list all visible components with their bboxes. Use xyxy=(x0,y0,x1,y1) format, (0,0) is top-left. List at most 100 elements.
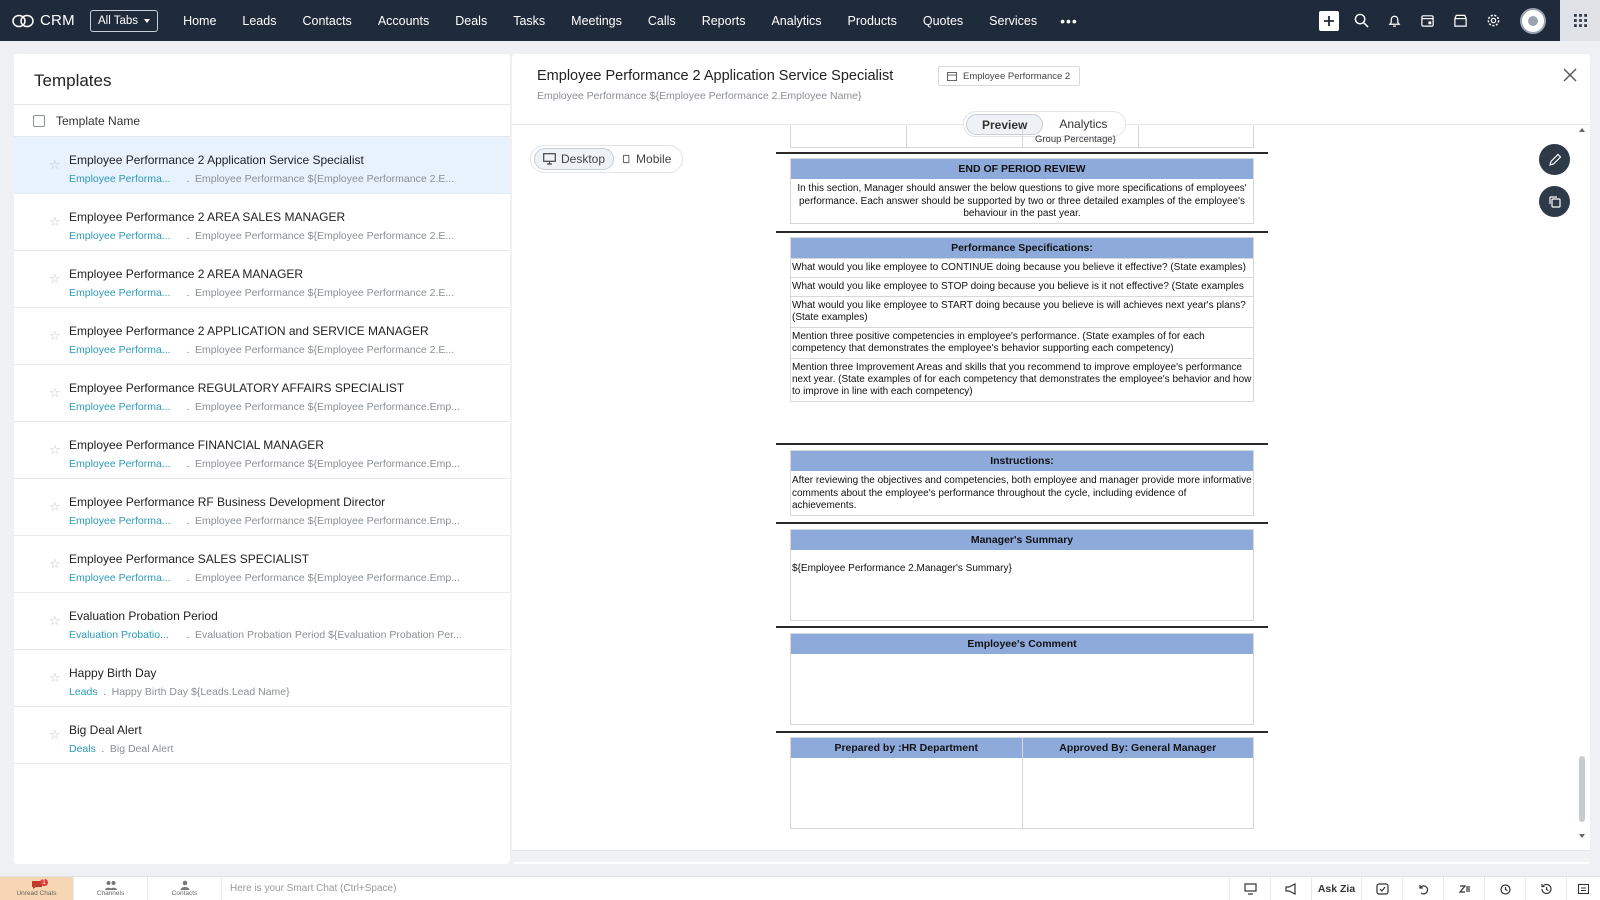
undo-button[interactable] xyxy=(1402,876,1443,900)
nav-tab-analytics[interactable]: Analytics xyxy=(758,14,834,28)
star-icon[interactable]: ☆ xyxy=(49,328,61,344)
app-launcher-button[interactable] xyxy=(1560,0,1600,41)
nav-tab-deals[interactable]: Deals xyxy=(442,14,500,28)
close-icon[interactable] xyxy=(1562,67,1578,83)
nav-tab-home[interactable]: Home xyxy=(170,14,229,28)
star-icon[interactable]: ☆ xyxy=(49,157,61,173)
section-header: Instructions: xyxy=(791,451,1253,471)
alarm-clock-icon xyxy=(1499,883,1511,895)
select-all-checkbox[interactable] xyxy=(33,114,45,127)
nav-tab-meetings[interactable]: Meetings xyxy=(558,14,635,28)
notifications-button[interactable] xyxy=(1378,0,1411,41)
star-icon[interactable]: ☆ xyxy=(49,214,61,230)
template-row[interactable]: ☆ Big Deal Alert Deals. Big Deal Alert xyxy=(14,707,510,764)
template-name: Employee Performance FINANCIAL MANAGER xyxy=(69,438,324,452)
template-row[interactable]: ☆ Employee Performance RF Business Develo… xyxy=(14,479,510,536)
smart-chat-input[interactable]: Here is your Smart Chat (Ctrl+Space) xyxy=(222,877,1229,900)
create-button[interactable] xyxy=(1312,0,1345,41)
template-module: Employee Performa... xyxy=(69,230,171,242)
template-subject: Happy Birth Day ${Leads.Lead Name} xyxy=(111,686,290,698)
mobile-view-button[interactable]: Mobile xyxy=(614,148,679,170)
star-icon[interactable]: ☆ xyxy=(49,385,61,401)
horizontal-scrollbar[interactable] xyxy=(512,850,1590,862)
template-row[interactable]: ☆ Happy Birth Day Leads. Happy Birth Day ${… xyxy=(14,650,510,707)
contacts-chat-button[interactable]: Contacts xyxy=(148,876,222,900)
crm-logo[interactable]: CRM xyxy=(12,12,90,29)
search-button[interactable] xyxy=(1345,0,1378,41)
star-icon[interactable]: ☆ xyxy=(49,271,61,287)
star-icon[interactable]: ☆ xyxy=(49,727,61,743)
template-detail-panel: Employee Performance 2 Application Servi… xyxy=(512,54,1590,864)
channels-label: Channels xyxy=(96,890,125,897)
unread-count-badge: 1 xyxy=(40,878,48,886)
scroll-up-arrow[interactable] xyxy=(1579,128,1585,132)
desktop-label: Desktop xyxy=(561,152,606,166)
template-row[interactable]: ☆ Employee Performance SALES SPECIALIST Em… xyxy=(14,536,510,593)
question-list: What would you like employee to CONTINUE… xyxy=(791,258,1253,401)
nav-tab-quotes[interactable]: Quotes xyxy=(910,14,976,28)
template-name: Employee Performance 2 AREA MANAGER xyxy=(69,267,304,281)
nav-tab-accounts[interactable]: Accounts xyxy=(365,14,442,28)
unread-chats-button[interactable]: Unread Chats 1 xyxy=(0,876,74,900)
section-separator xyxy=(776,626,1268,628)
page-title: Templates xyxy=(14,54,510,105)
template-row[interactable]: ☆ Employee Performance FINANCIAL MANAGER E… xyxy=(14,422,510,479)
nav-tab-contacts[interactable]: Contacts xyxy=(289,14,364,28)
template-row[interactable]: ☆ Employee Performance REGULATORY AFFAIRS… xyxy=(14,365,510,422)
more-modules-button[interactable]: ••• xyxy=(1050,13,1088,29)
template-meta: Deals. Big Deal Alert xyxy=(69,743,510,755)
monitor-icon xyxy=(1243,882,1257,895)
bottom-bar: Unread Chats 1 Channels Contacts Here is… xyxy=(0,876,1600,900)
scroll-thumb[interactable] xyxy=(1579,756,1585,822)
instructions-section: Instructions: After reviewing the object… xyxy=(790,450,1254,516)
nav-tab-products[interactable]: Products xyxy=(835,14,910,28)
approved-by-header: Approved By: General Manager xyxy=(1022,738,1253,758)
caret-down-icon xyxy=(144,18,151,23)
star-icon[interactable]: ☆ xyxy=(49,556,61,572)
notes-button[interactable] xyxy=(1566,876,1600,900)
clone-template-button[interactable] xyxy=(1539,186,1570,217)
star-icon[interactable]: ☆ xyxy=(49,670,61,686)
top-navigation-bar: CRM All Tabs Home Leads Contacts Accounts De… xyxy=(0,0,1600,41)
template-row[interactable]: ☆ Employee Performance 2 AREA MANAGER Empl… xyxy=(14,251,510,308)
screen-share-button[interactable] xyxy=(1229,876,1270,900)
managers-summary-section: Manager's Summary ${Employee Performance… xyxy=(790,529,1254,621)
template-name: Evaluation Probation Period xyxy=(69,609,218,623)
template-meta: Employee Performa.... Employee Performanc… xyxy=(69,401,510,413)
reminders-button[interactable] xyxy=(1484,876,1525,900)
calendar-button[interactable] xyxy=(1411,0,1444,41)
history-button[interactable] xyxy=(1525,876,1566,900)
nav-tab-tasks[interactable]: Tasks xyxy=(500,14,558,28)
search-icon xyxy=(1354,13,1369,28)
marketplace-button[interactable] xyxy=(1444,0,1477,41)
template-subject: Employee Performance ${Employee Performa… xyxy=(195,515,460,527)
star-icon[interactable]: ☆ xyxy=(49,613,61,629)
zia-voice-button[interactable] xyxy=(1443,876,1484,900)
template-subject: Evaluation Probation Period ${Evaluation… xyxy=(195,629,462,641)
template-row[interactable]: ☆ Employee Performance 2 APPLICATION and … xyxy=(14,308,510,365)
settings-button[interactable] xyxy=(1477,0,1510,41)
zia-insights-button[interactable] xyxy=(1361,876,1402,900)
device-switcher: Desktop Mobile xyxy=(530,145,684,173)
user-avatar[interactable] xyxy=(1520,7,1546,34)
preview-scrollbar[interactable] xyxy=(1578,128,1586,838)
all-tabs-dropdown[interactable]: All Tabs xyxy=(90,9,159,32)
channels-button[interactable]: Channels xyxy=(74,876,148,900)
nav-tab-services[interactable]: Services xyxy=(976,14,1050,28)
nav-tab-leads[interactable]: Leads xyxy=(229,14,289,28)
nav-tab-calls[interactable]: Calls xyxy=(635,14,689,28)
desktop-view-button[interactable]: Desktop xyxy=(534,148,615,170)
ask-zia-button[interactable]: Ask Zia xyxy=(1311,876,1361,900)
scroll-down-arrow[interactable] xyxy=(1579,834,1585,838)
announcements-button[interactable] xyxy=(1270,876,1311,900)
template-row[interactable]: ☆ Employee Performance 2 Application Serv… xyxy=(14,137,510,194)
section-separator xyxy=(776,443,1268,445)
template-name: Employee Performance SALES SPECIALIST xyxy=(69,552,310,566)
edit-template-button[interactable] xyxy=(1539,144,1570,175)
star-icon[interactable]: ☆ xyxy=(49,442,61,458)
template-row[interactable]: ☆ Employee Performance 2 AREA SALES MANAG… xyxy=(14,194,510,251)
template-row[interactable]: ☆ Evaluation Probation Period Evaluation P… xyxy=(14,593,510,650)
nav-tab-reports[interactable]: Reports xyxy=(689,14,759,28)
star-icon[interactable]: ☆ xyxy=(49,499,61,515)
template-name: Happy Birth Day xyxy=(69,666,157,680)
